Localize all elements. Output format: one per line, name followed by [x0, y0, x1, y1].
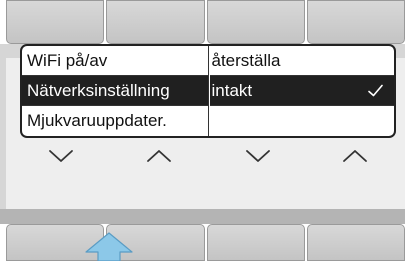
menu-item-software-update[interactable]: Mjukvaruuppdater. — [22, 106, 208, 136]
menu-option-intact[interactable]: intakt — [209, 76, 394, 106]
device-display: WiFi på/av Nätverksinställning Mjukvaruu… — [0, 0, 405, 261]
top-softkey-3[interactable] — [206, 0, 305, 44]
check-icon — [367, 84, 383, 97]
menu-left-column: WiFi på/av Nätverksinställning Mjukvaruu… — [22, 46, 209, 136]
menu-right-column: återställa intakt — [209, 46, 395, 136]
settings-menu: WiFi på/av Nätverksinställning Mjukvaruu… — [20, 44, 396, 138]
bottom-softkey-4[interactable] — [306, 224, 405, 261]
menu-item-wifi-toggle[interactable]: WiFi på/av — [22, 46, 208, 76]
screen-bottom-strip — [0, 209, 405, 224]
bottom-softkey-bar — [0, 224, 405, 261]
menu-option-empty — [210, 106, 395, 136]
chevron-up-icon[interactable] — [146, 149, 172, 163]
menu-option-reset[interactable]: återställa — [209, 46, 394, 76]
top-softkey-bar — [0, 0, 405, 44]
top-softkey-4[interactable] — [306, 0, 405, 44]
menu-option-intact-label: intakt — [211, 81, 253, 100]
chevron-down-icon[interactable] — [245, 149, 271, 163]
chevron-up-icon[interactable] — [342, 149, 368, 163]
bottom-softkey-3[interactable] — [206, 224, 305, 261]
up-arrow-icon — [85, 232, 133, 261]
top-softkey-2[interactable] — [106, 0, 205, 44]
chevron-down-icon[interactable] — [48, 149, 74, 163]
menu-item-network-settings[interactable]: Nätverksinställning — [22, 76, 208, 106]
top-softkey-1[interactable] — [6, 0, 105, 44]
